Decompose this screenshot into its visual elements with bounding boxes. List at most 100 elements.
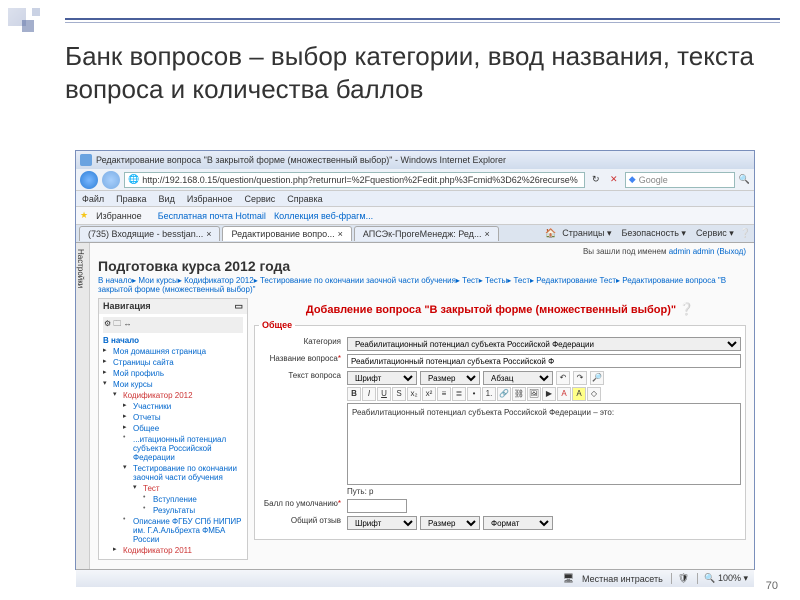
input-default-mark[interactable] <box>347 499 407 513</box>
help-icon[interactable]: ❔ <box>679 302 694 316</box>
label-score: Балл по умолчанию* <box>259 499 341 513</box>
nav-icons-row: ⚙ 🗀 ↔ <box>103 317 243 333</box>
select-para[interactable]: Абзац <box>483 371 553 385</box>
redo-button[interactable]: ↷ <box>573 371 587 385</box>
toolbar-security[interactable]: Безопасность ▾ <box>622 228 686 239</box>
nav-results[interactable]: Результаты <box>143 505 243 516</box>
window-titlebar[interactable]: Редактирование вопроса "В закрытой форме… <box>76 151 754 169</box>
nav-toolbar: 🌐 http://192.168.0.15/question/question.… <box>76 169 754 191</box>
back-button[interactable] <box>80 171 98 189</box>
link-button[interactable]: 🔗 <box>497 387 511 401</box>
menu-tools[interactable]: Сервис <box>244 194 275 204</box>
unlink-button[interactable]: ⛓ <box>512 387 526 401</box>
favorites-star-icon[interactable]: ★ <box>80 210 88 221</box>
collapse-icon[interactable]: ▭ <box>234 301 243 312</box>
close-icon[interactable]: × <box>484 229 489 239</box>
fav-link-gallery[interactable]: Коллекция веб-фрагм... <box>274 211 373 221</box>
nav-general[interactable]: Общее <box>123 423 243 434</box>
sub-button[interactable]: x₂ <box>407 387 421 401</box>
search-button[interactable]: 🔍 <box>739 174 750 185</box>
nav-participants[interactable]: Участники <box>123 401 243 412</box>
favorites-label[interactable]: Избранное <box>96 211 142 221</box>
editor-toolbar-2: B I U S x₂ x² ≡ ≣ • 1. <box>347 387 741 401</box>
media-button[interactable]: ▶ <box>542 387 556 401</box>
nav-topic-rehab[interactable]: ...итационный потенциал субъекта Российс… <box>123 434 243 463</box>
find-button[interactable]: 🔎 <box>590 371 604 385</box>
input-question-name[interactable] <box>347 354 741 368</box>
fav-link-hotmail[interactable]: Бесплатная почта Hotmail <box>158 211 266 221</box>
editor-toolbar-1: Шрифт Размер Абзац ↶ ↷ 🔎 <box>347 371 741 385</box>
strike-button[interactable]: S <box>392 387 406 401</box>
refresh-button[interactable]: ↻ <box>589 174 603 185</box>
close-icon[interactable]: × <box>206 229 211 239</box>
menu-view[interactable]: Вид <box>159 194 175 204</box>
underline-button[interactable]: U <box>377 387 391 401</box>
menu-favorites[interactable]: Избранное <box>187 194 233 204</box>
color-button[interactable]: A <box>557 387 571 401</box>
nav-test[interactable]: Тест Вступление Результаты <box>133 483 243 516</box>
nav-topic-testing[interactable]: Тестирование по окончании заочной части … <box>123 463 243 516</box>
forward-button[interactable] <box>102 171 120 189</box>
align-center-button[interactable]: ≣ <box>452 387 466 401</box>
user-link[interactable]: admin admin <box>669 247 715 256</box>
logout-link[interactable]: (Выход) <box>717 247 746 256</box>
nav-site-pages[interactable]: Страницы сайта <box>103 357 243 368</box>
legend-general: Общее <box>259 320 295 330</box>
select-size[interactable]: Размер <box>420 371 480 385</box>
page-number: 70 <box>766 580 778 592</box>
tab-inbox[interactable]: (735) Входящие - besstjan...× <box>79 226 220 241</box>
list-button[interactable]: • <box>467 387 481 401</box>
nav-block-header[interactable]: Навигация▭ <box>99 299 247 314</box>
course-title: Подготовка курса 2012 года <box>98 258 746 274</box>
browser-window: Редактирование вопроса "В закрытой форме… <box>75 150 755 570</box>
nav-my-home[interactable]: Моя домашняя страница <box>103 346 243 357</box>
align-left-button[interactable]: ≡ <box>437 387 451 401</box>
search-placeholder: Google <box>639 175 668 185</box>
fb-select-font[interactable]: Шрифт <box>347 516 417 530</box>
zone-icon: 🖥 <box>563 573 574 584</box>
home-icon[interactable]: 🏠 <box>545 228 556 239</box>
protected-mode-icon[interactable]: 🛡 <box>671 573 689 584</box>
nav-intro[interactable]: Вступление <box>143 494 243 505</box>
image-button[interactable]: 🖼 <box>527 387 541 401</box>
nav-fgbu[interactable]: Описание ФГБУ СПб НИПИР им. Г.А.Альбрехт… <box>123 516 243 545</box>
undo-button[interactable]: ↶ <box>556 371 570 385</box>
zoom-control[interactable]: 🔍 100% ▾ <box>697 573 748 584</box>
settings-side-tab[interactable]: Настройки <box>76 243 90 569</box>
google-icon: ◆ <box>629 174 636 185</box>
fieldset-general: Общее Категория Реабилитационный потенци… <box>254 320 746 540</box>
bgcolor-button[interactable]: A <box>572 387 586 401</box>
nav-my-profile[interactable]: Мой профиль <box>103 368 243 379</box>
bold-button[interactable]: B <box>347 387 361 401</box>
search-box[interactable]: ◆ Google <box>625 172 735 188</box>
nav-course[interactable]: Кодификатор 2012 Участники Отчеты Общее … <box>113 390 243 545</box>
italic-button[interactable]: I <box>362 387 376 401</box>
nav-reports[interactable]: Отчеты <box>123 412 243 423</box>
stop-button[interactable]: ✕ <box>607 174 621 185</box>
close-icon[interactable]: × <box>338 229 343 239</box>
menu-edit[interactable]: Правка <box>116 194 146 204</box>
address-bar[interactable]: 🌐 http://192.168.0.15/question/question.… <box>124 172 585 188</box>
numlist-button[interactable]: 1. <box>482 387 496 401</box>
globe-icon: 🌐 <box>128 174 139 185</box>
toolbar-pages[interactable]: Страницы ▾ <box>562 228 611 239</box>
html-button[interactable]: ◇ <box>587 387 601 401</box>
nav-home[interactable]: В начало <box>103 335 243 346</box>
nav-my-courses[interactable]: Мои курсы Кодификатор 2012 Участники Отч… <box>103 379 243 556</box>
select-category[interactable]: Реабилитационный потенциал субъекта Росс… <box>347 337 741 351</box>
fb-select-size[interactable]: Размер <box>420 516 480 530</box>
toolbar-service[interactable]: Сервис ▾ <box>696 228 734 239</box>
select-font[interactable]: Шрифт <box>347 371 417 385</box>
breadcrumb[interactable]: В начало▸ Мои курсы▸ Кодификатор 2012▸ Т… <box>98 276 746 294</box>
sup-button[interactable]: x² <box>422 387 436 401</box>
login-info: Вы зашли под именем admin admin (Выход) <box>98 247 746 256</box>
tab-edit-question[interactable]: Редактирование вопро...× <box>222 226 351 241</box>
nav-codifier-2011[interactable]: Кодификатор 2011 <box>113 545 243 556</box>
menu-help[interactable]: Справка <box>287 194 322 204</box>
menu-file[interactable]: Файл <box>82 194 104 204</box>
help-icon[interactable]: ❔ <box>740 228 751 239</box>
fb-select-format[interactable]: Формат <box>483 516 553 530</box>
divider <box>65 22 780 23</box>
tab-apsek[interactable]: АПСЭк-ПрогеМенедж: Ред...× <box>354 226 499 241</box>
editor-body[interactable]: Реабилитационный потенциал субъекта Росс… <box>347 403 741 485</box>
